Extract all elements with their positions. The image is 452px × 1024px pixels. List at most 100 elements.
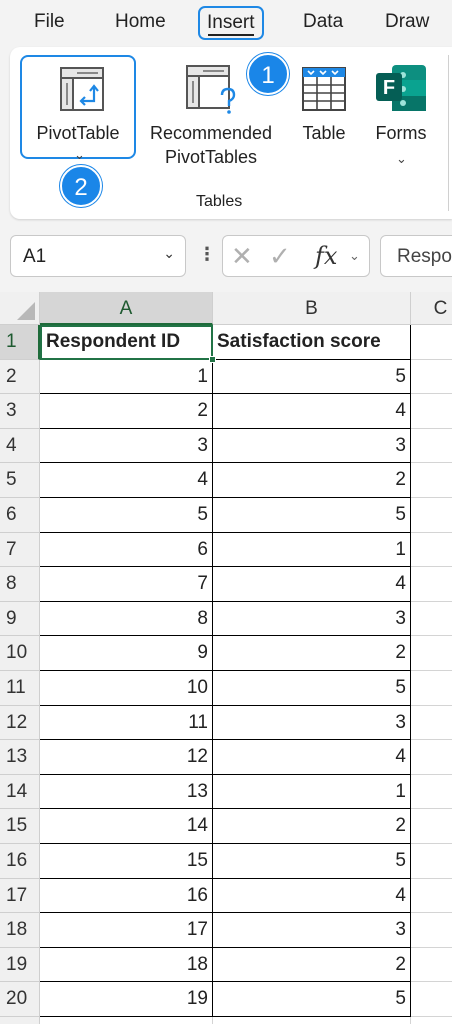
cell-satisfaction-score[interactable]: 5 <box>213 982 411 1017</box>
row-header[interactable]: 14 <box>0 774 40 810</box>
cell-respondent-id[interactable]: 15 <box>40 844 213 879</box>
cell-satisfaction-score[interactable]: 2 <box>213 636 411 671</box>
cell-header-respondent-id[interactable]: Respondent ID <box>40 325 213 360</box>
row-header[interactable]: 6 <box>0 498 40 533</box>
name-box[interactable]: A1 ⌄ <box>10 235 186 277</box>
row-header[interactable]: 18 <box>0 913 40 948</box>
cell[interactable] <box>411 463 452 498</box>
row-header[interactable]: 1 <box>0 325 40 360</box>
cell[interactable] <box>411 567 452 602</box>
cell[interactable] <box>213 1017 411 1024</box>
cell-respondent-id[interactable]: 1 <box>40 359 213 395</box>
cell[interactable] <box>411 1017 452 1024</box>
cell-respondent-id[interactable]: 5 <box>40 498 213 533</box>
cell-respondent-id[interactable]: 19 <box>40 982 213 1017</box>
pivottable-button[interactable]: PivotTable ⌄ <box>20 55 136 162</box>
cell-respondent-id[interactable]: 3 <box>40 428 213 464</box>
menu-home[interactable]: Home <box>115 8 166 38</box>
forms-chevron-icon[interactable]: ⌄ <box>396 151 407 167</box>
cell-respondent-id[interactable]: 6 <box>40 532 213 568</box>
cell-satisfaction-score[interactable]: 4 <box>213 878 411 914</box>
menu-data[interactable]: Data <box>303 8 343 38</box>
cell[interactable] <box>411 913 452 948</box>
cell[interactable] <box>411 498 452 533</box>
cell-satisfaction-score[interactable]: 4 <box>213 567 411 602</box>
cell[interactable] <box>411 428 452 464</box>
cell-satisfaction-score[interactable]: 4 <box>213 394 411 429</box>
row-header[interactable]: 16 <box>0 844 40 879</box>
cell[interactable] <box>411 809 452 844</box>
row-header[interactable]: 10 <box>0 636 40 671</box>
cell[interactable] <box>411 878 452 914</box>
cell-satisfaction-score[interactable]: 3 <box>213 913 411 948</box>
cell-respondent-id[interactable]: 4 <box>40 463 213 498</box>
row-header[interactable]: 2 <box>0 359 40 395</box>
cell[interactable] <box>411 740 452 775</box>
chevron-down-icon[interactable]: ⌄ <box>349 248 360 264</box>
cell-satisfaction-score[interactable]: 5 <box>213 671 411 706</box>
cell[interactable] <box>411 601 452 637</box>
cell-satisfaction-score[interactable]: 2 <box>213 463 411 498</box>
cell[interactable] <box>40 1017 213 1024</box>
cell[interactable] <box>411 532 452 568</box>
row-header[interactable]: 7 <box>0 532 40 568</box>
menu-draw[interactable]: Draw <box>385 8 429 38</box>
cell-respondent-id[interactable]: 7 <box>40 567 213 602</box>
formula-input[interactable]: Respondent ID <box>380 235 452 277</box>
cell-respondent-id[interactable]: 9 <box>40 636 213 671</box>
row-header[interactable]: 20 <box>0 982 40 1017</box>
row-header[interactable]: 15 <box>0 809 40 844</box>
cell-respondent-id[interactable]: 10 <box>40 671 213 706</box>
row-header[interactable]: 4 <box>0 428 40 464</box>
cell-satisfaction-score[interactable]: 1 <box>213 774 411 810</box>
cell-satisfaction-score[interactable]: 2 <box>213 809 411 844</box>
cell-respondent-id[interactable]: 17 <box>40 913 213 948</box>
menu-insert[interactable]: Insert <box>198 6 264 40</box>
column-header-b[interactable]: B <box>213 292 411 325</box>
cell-satisfaction-score[interactable]: 4 <box>213 740 411 775</box>
cell[interactable] <box>411 394 452 429</box>
cell-satisfaction-score[interactable]: 3 <box>213 428 411 464</box>
more-options-icon[interactable]: ⋮ <box>198 244 216 265</box>
cell-satisfaction-score[interactable]: 5 <box>213 359 411 395</box>
table-button[interactable]: Table <box>294 55 354 165</box>
cell[interactable] <box>411 671 452 706</box>
cell-header-satisfaction-score[interactable]: Satisfaction score <box>213 325 411 360</box>
row-header[interactable]: 8 <box>0 567 40 602</box>
cell[interactable] <box>411 636 452 671</box>
cell-respondent-id[interactable]: 16 <box>40 878 213 914</box>
column-header-c[interactable]: C <box>411 292 452 325</box>
cell[interactable] <box>411 774 452 810</box>
cell[interactable] <box>411 705 452 741</box>
cell[interactable] <box>411 325 452 360</box>
cell[interactable] <box>411 359 452 395</box>
row-header[interactable]: 19 <box>0 947 40 983</box>
cell-satisfaction-score[interactable]: 2 <box>213 947 411 983</box>
fill-handle[interactable] <box>209 355 216 363</box>
cell-satisfaction-score[interactable]: 3 <box>213 601 411 637</box>
column-header-a[interactable]: A <box>40 292 213 325</box>
select-all-corner[interactable] <box>0 292 40 325</box>
row-header[interactable]: 3 <box>0 394 40 429</box>
row-header[interactable]: 9 <box>0 601 40 637</box>
chevron-down-icon[interactable]: ⌄ <box>163 245 175 262</box>
row-header[interactable]: 11 <box>0 671 40 706</box>
cell-satisfaction-score[interactable]: 5 <box>213 498 411 533</box>
cell-respondent-id[interactable]: 14 <box>40 809 213 844</box>
row-header[interactable]: 13 <box>0 740 40 775</box>
row-header[interactable]: 12 <box>0 705 40 741</box>
cancel-icon[interactable]: ✕ <box>231 241 253 272</box>
forms-button[interactable]: F Forms ⌄ <box>364 55 438 185</box>
cell-respondent-id[interactable]: 8 <box>40 601 213 637</box>
enter-check-icon[interactable]: ✓ <box>269 241 291 272</box>
row-header[interactable]: 17 <box>0 878 40 914</box>
row-header[interactable]: 5 <box>0 463 40 498</box>
insert-function-icon[interactable]: fx <box>315 242 337 270</box>
cell[interactable] <box>411 844 452 879</box>
row-header[interactable] <box>0 1017 40 1024</box>
cell-respondent-id[interactable]: 18 <box>40 947 213 983</box>
cell-respondent-id[interactable]: 2 <box>40 394 213 429</box>
cell[interactable] <box>411 947 452 983</box>
spreadsheet-grid[interactable]: A B C 1 Respondent ID Satisfaction score 2 1… <box>0 292 452 1024</box>
pivottable-chevron-icon[interactable]: ⌄ <box>74 147 85 163</box>
